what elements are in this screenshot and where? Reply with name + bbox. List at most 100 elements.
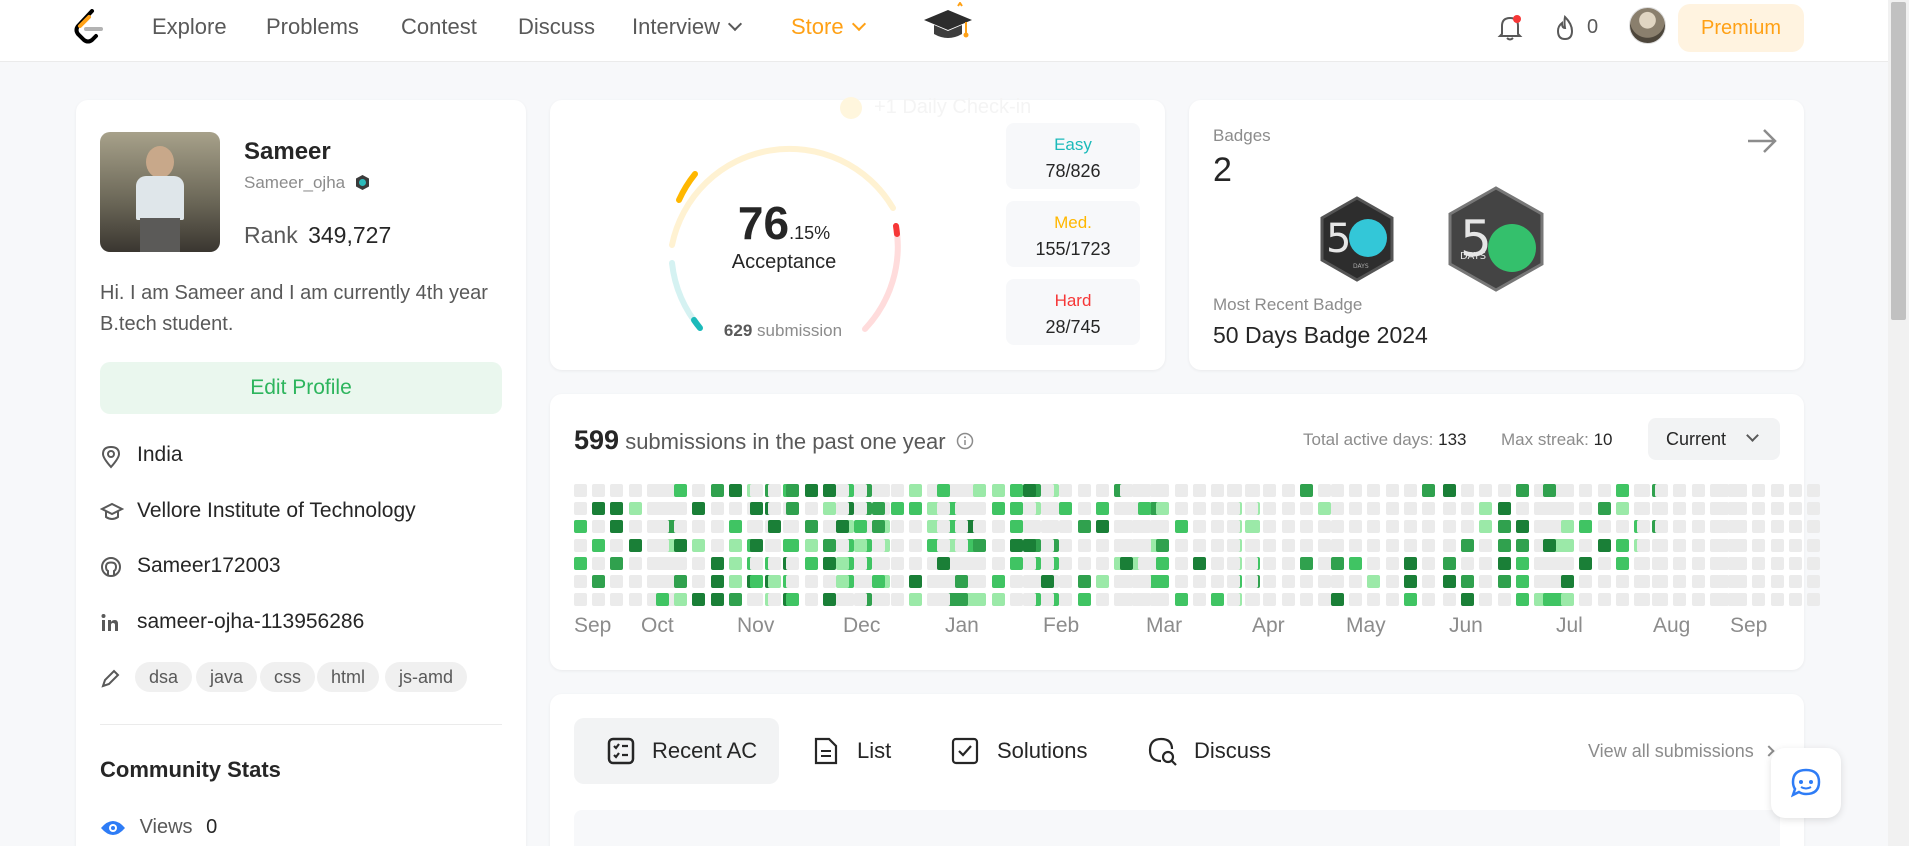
heatmap-day-cell[interactable] bbox=[1059, 538, 1073, 552]
heatmap-day-cell[interactable] bbox=[1479, 575, 1493, 588]
heatmap-day-cell[interactable] bbox=[610, 484, 624, 497]
heatmap-day-cell[interactable] bbox=[786, 484, 800, 497]
heatmap-day-cell[interactable] bbox=[1543, 575, 1556, 588]
heatmap-day-cell[interactable] bbox=[1637, 538, 1650, 552]
heatmap-day-cell[interactable] bbox=[786, 538, 800, 552]
heatmap-day-cell[interactable] bbox=[674, 520, 688, 534]
heatmap-day-cell[interactable] bbox=[1349, 575, 1363, 588]
heatmap-day-cell[interactable] bbox=[1331, 575, 1344, 588]
heatmap-day-cell[interactable] bbox=[768, 520, 782, 534]
heatmap-day-cell[interactable] bbox=[836, 593, 849, 607]
heatmap-day-cell[interactable] bbox=[1174, 502, 1188, 516]
heatmap-day-cell[interactable] bbox=[1479, 538, 1493, 552]
heatmap-day-cell[interactable] bbox=[1023, 556, 1036, 570]
heatmap-day-cell[interactable] bbox=[692, 538, 706, 552]
heatmap-day-cell[interactable] bbox=[1041, 575, 1055, 588]
heatmap-day-cell[interactable] bbox=[1734, 538, 1748, 552]
heatmap-day-cell[interactable] bbox=[1788, 538, 1802, 552]
nav-explore[interactable]: Explore bbox=[152, 14, 227, 40]
heatmap-day-cell[interactable] bbox=[1788, 575, 1802, 588]
heatmap-day-cell[interactable] bbox=[1245, 520, 1259, 534]
heatmap-day-cell[interactable] bbox=[1077, 502, 1091, 516]
heatmap-day-cell[interactable] bbox=[1156, 520, 1170, 534]
heatmap-day-cell[interactable] bbox=[872, 593, 886, 607]
heatmap-day-cell[interactable] bbox=[1422, 502, 1435, 516]
heatmap-day-cell[interactable] bbox=[1041, 520, 1055, 534]
heatmap-day-cell[interactable] bbox=[1227, 593, 1240, 607]
heatmap-day-cell[interactable] bbox=[786, 593, 800, 607]
heatmap-day-cell[interactable] bbox=[1716, 502, 1729, 516]
heatmap-day-cell[interactable] bbox=[872, 556, 886, 570]
heatmap-day-cell[interactable] bbox=[1263, 484, 1277, 497]
heatmap-day-cell[interactable] bbox=[1281, 575, 1295, 588]
heatmap-day-cell[interactable] bbox=[692, 502, 706, 516]
heatmap-day-cell[interactable] bbox=[908, 538, 922, 552]
heatmap-day-cell[interactable] bbox=[1443, 484, 1456, 497]
heatmap-day-cell[interactable] bbox=[728, 556, 742, 570]
heatmap-day-cell[interactable] bbox=[1041, 484, 1055, 497]
heatmap-day-cell[interactable] bbox=[1299, 556, 1313, 570]
heatmap-day-cell[interactable] bbox=[768, 502, 782, 516]
heatmap-day-cell[interactable] bbox=[1385, 484, 1399, 497]
heatmap-day-cell[interactable] bbox=[973, 593, 987, 607]
heatmap-day-cell[interactable] bbox=[955, 575, 969, 588]
heatmap-day-cell[interactable] bbox=[1807, 593, 1820, 607]
heatmap-day-cell[interactable] bbox=[973, 520, 987, 534]
heatmap-day-cell[interactable] bbox=[1655, 502, 1669, 516]
heatmap-day-cell[interactable] bbox=[1497, 502, 1511, 516]
heatmap-day-cell[interactable] bbox=[908, 484, 922, 497]
heatmap-day-cell[interactable] bbox=[592, 484, 606, 497]
heatmap-day-cell[interactable] bbox=[1561, 502, 1575, 516]
heatmap-day-cell[interactable] bbox=[1597, 538, 1611, 552]
heatmap-day-cell[interactable] bbox=[610, 593, 624, 607]
heatmap-day-cell[interactable] bbox=[1479, 484, 1493, 497]
heatmap-day-cell[interactable] bbox=[1615, 538, 1629, 552]
heatmap-day-cell[interactable] bbox=[1734, 593, 1748, 607]
heatmap-day-cell[interactable] bbox=[1281, 593, 1295, 607]
heatmap-day-cell[interactable] bbox=[1211, 502, 1224, 516]
heatmap-day-cell[interactable] bbox=[1637, 520, 1650, 534]
heatmap-day-cell[interactable] bbox=[1497, 520, 1511, 534]
heatmap-day-cell[interactable] bbox=[1367, 484, 1381, 497]
heatmap-day-cell[interactable] bbox=[1192, 484, 1206, 497]
heatmap-day-cell[interactable] bbox=[574, 575, 587, 588]
heatmap-day-cell[interactable] bbox=[1561, 484, 1575, 497]
heatmap-day-cell[interactable] bbox=[1367, 593, 1381, 607]
heatmap-day-cell[interactable] bbox=[1331, 520, 1344, 534]
heatmap-day-cell[interactable] bbox=[1192, 593, 1206, 607]
heatmap-day-cell[interactable] bbox=[1716, 556, 1729, 570]
heatmap-day-cell[interactable] bbox=[656, 484, 669, 497]
heatmap-day-cell[interactable] bbox=[1156, 502, 1170, 516]
arrow-right-icon[interactable] bbox=[1746, 126, 1778, 156]
heatmap-day-cell[interactable] bbox=[1422, 520, 1435, 534]
heatmap-day-cell[interactable] bbox=[1331, 556, 1344, 570]
heatmap-day-cell[interactable] bbox=[804, 538, 818, 552]
heatmap-day-cell[interactable] bbox=[1479, 520, 1493, 534]
heatmap-day-cell[interactable] bbox=[1716, 593, 1729, 607]
heatmap-day-cell[interactable] bbox=[1385, 502, 1399, 516]
heatmap-day-cell[interactable] bbox=[1615, 593, 1629, 607]
heatmap-day-cell[interactable] bbox=[1770, 556, 1784, 570]
heatmap-day-cell[interactable] bbox=[1637, 593, 1650, 607]
heatmap-day-cell[interactable] bbox=[1637, 575, 1650, 588]
nav-contest[interactable]: Contest bbox=[401, 14, 477, 40]
heatmap-day-cell[interactable] bbox=[1095, 593, 1109, 607]
heatmap-day-cell[interactable] bbox=[854, 556, 868, 570]
heatmap-day-cell[interactable] bbox=[750, 556, 763, 570]
year-select[interactable]: Current bbox=[1648, 418, 1780, 460]
heatmap-day-cell[interactable] bbox=[628, 520, 642, 534]
heatmap-day-cell[interactable] bbox=[1263, 520, 1277, 534]
heatmap-day-cell[interactable] bbox=[1597, 593, 1611, 607]
heatmap-day-cell[interactable] bbox=[674, 502, 688, 516]
heatmap-day-cell[interactable] bbox=[1615, 575, 1629, 588]
heatmap-day-cell[interactable] bbox=[1655, 575, 1669, 588]
heatmap-day-cell[interactable] bbox=[1403, 538, 1417, 552]
heatmap-day-cell[interactable] bbox=[1281, 502, 1295, 516]
heatmap-day-cell[interactable] bbox=[628, 593, 642, 607]
heatmap-day-cell[interactable] bbox=[1095, 575, 1109, 588]
heatmap-day-cell[interactable] bbox=[1691, 556, 1705, 570]
heatmap-day-cell[interactable] bbox=[872, 520, 886, 534]
heatmap-day-cell[interactable] bbox=[1299, 593, 1313, 607]
heatmap-day-cell[interactable] bbox=[1691, 502, 1705, 516]
heatmap-day-cell[interactable] bbox=[1422, 538, 1435, 552]
